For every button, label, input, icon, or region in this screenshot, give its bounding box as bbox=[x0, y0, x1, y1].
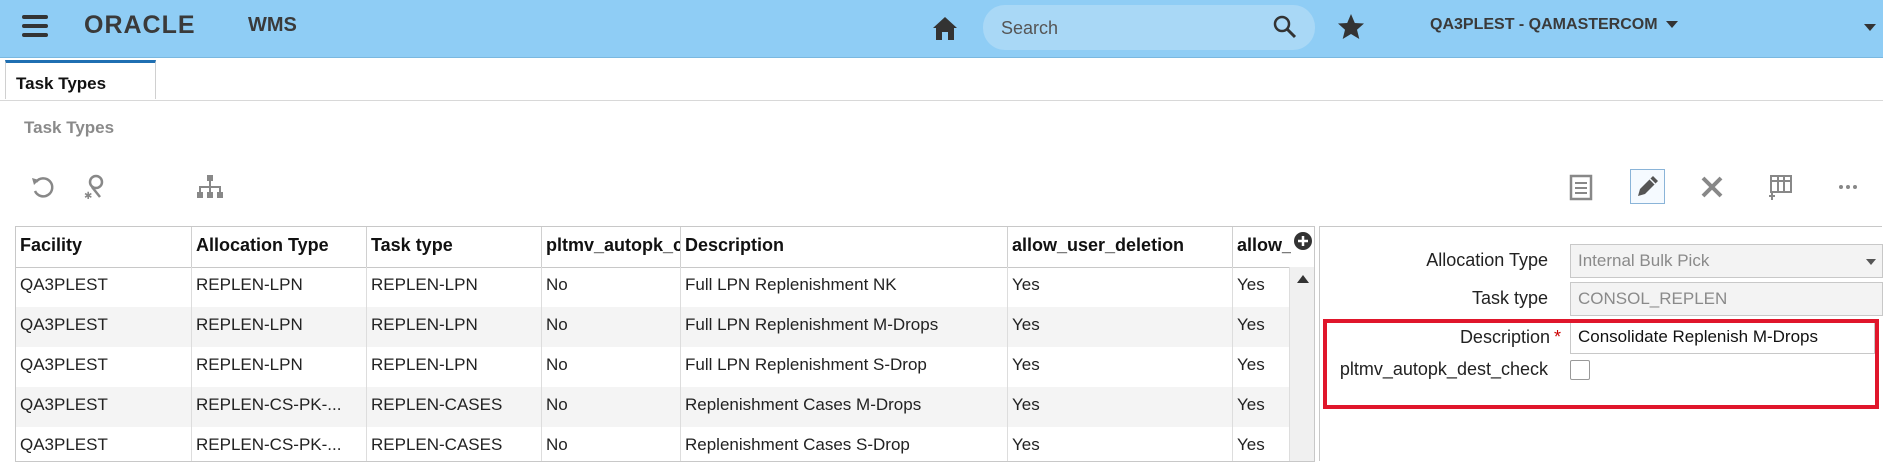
delete-icon[interactable] bbox=[1697, 172, 1727, 202]
cell-facility: QA3PLEST bbox=[16, 427, 192, 461]
task-type-value: CONSOL_REPLEN bbox=[1578, 289, 1728, 308]
cell-task-type: REPLEN-LPN bbox=[367, 347, 542, 387]
cell-allow-user-deletion: Yes bbox=[1008, 347, 1233, 387]
app-name: WMS bbox=[248, 14, 297, 36]
cell-task-type: REPLEN-CASES bbox=[367, 387, 542, 427]
description-input[interactable]: Consolidate Replenish M-Drops bbox=[1570, 320, 1875, 354]
cell-task-type: REPLEN-LPN bbox=[367, 267, 542, 307]
vertical-scrollbar[interactable] bbox=[1289, 267, 1314, 461]
add-column-plus-icon[interactable] bbox=[1293, 231, 1313, 251]
cell-task-type: REPLEN-CASES bbox=[367, 427, 542, 461]
cell-facility: QA3PLEST bbox=[16, 267, 192, 307]
task-type-field: CONSOL_REPLEN bbox=[1570, 282, 1883, 316]
cell-description: Full LPN Replenishment NK bbox=[681, 267, 1008, 307]
top-navigation-bar: ORACLE WMS QA3PLEST - QAMASTERCOM bbox=[0, 0, 1883, 58]
svg-text:✱: ✱ bbox=[84, 191, 92, 202]
cell-allow: Yes bbox=[1237, 395, 1265, 414]
page-title: Task Types bbox=[24, 118, 115, 137]
table-row[interactable]: QA3PLEST REPLEN-LPN REPLEN-LPN No Full L… bbox=[16, 267, 1289, 307]
description-label-wrap: Description * bbox=[1380, 327, 1561, 348]
cell-description: Replenishment Cases S-Drop bbox=[681, 427, 1008, 461]
column-header-allocation-type[interactable]: Allocation Type bbox=[192, 227, 367, 267]
cell-allocation-type: REPLEN-CS-PK-... bbox=[192, 427, 367, 461]
edit-button[interactable] bbox=[1630, 169, 1665, 204]
table-row[interactable]: QA3PLEST REPLEN-CS-PK-... REPLEN-CASES N… bbox=[16, 427, 1289, 461]
allocation-type-label: Allocation Type bbox=[1426, 250, 1548, 270]
grid-settings-icon[interactable] bbox=[1765, 172, 1795, 202]
search-input[interactable] bbox=[999, 14, 1263, 42]
cell-facility: QA3PLEST bbox=[16, 307, 192, 347]
required-marker: * bbox=[1553, 327, 1561, 347]
cell-facility: QA3PLEST bbox=[16, 387, 192, 427]
cell-description: Replenishment Cases M-Drops bbox=[681, 387, 1008, 427]
dest-check-checkbox[interactable] bbox=[1570, 360, 1590, 380]
task-types-grid: Facility Allocation Type Task type pltmv… bbox=[15, 226, 1315, 462]
search-filter-icon[interactable]: ✱ bbox=[80, 172, 110, 202]
facility-company-label: QA3PLEST - QAMASTERCOM bbox=[1430, 16, 1658, 33]
cell-pltmv-autopk: No bbox=[542, 387, 681, 427]
cell-allow: Yes bbox=[1237, 275, 1265, 294]
facility-company-selector[interactable]: QA3PLEST - QAMASTERCOM bbox=[1430, 16, 1678, 34]
cell-facility: QA3PLEST bbox=[16, 347, 192, 387]
column-header-task-type[interactable]: Task type bbox=[367, 227, 542, 267]
column-header-pltmv-autopk[interactable]: pltmv_autopk_c bbox=[542, 227, 681, 267]
cell-allow: Yes bbox=[1237, 435, 1265, 454]
table-row[interactable]: QA3PLEST REPLEN-CS-PK-... REPLEN-CASES N… bbox=[16, 387, 1289, 427]
home-icon[interactable] bbox=[930, 13, 960, 43]
allocation-type-value: Internal Bulk Pick bbox=[1578, 251, 1710, 270]
tab-bar: Task Types bbox=[0, 58, 1883, 101]
chevron-down-icon bbox=[1665, 21, 1678, 29]
description-label: Description bbox=[1459, 327, 1550, 347]
edit-pencil-icon bbox=[1638, 176, 1658, 196]
cell-pltmv-autopk: No bbox=[542, 307, 681, 347]
cell-pltmv-autopk: No bbox=[542, 347, 681, 387]
cell-allow-user-deletion: Yes bbox=[1008, 387, 1233, 427]
task-type-label: Task type bbox=[1471, 288, 1548, 308]
cell-allow: Yes bbox=[1237, 315, 1265, 334]
description-value: Consolidate Replenish M-Drops bbox=[1578, 327, 1819, 346]
oracle-logo: ORACLE bbox=[84, 11, 196, 39]
cell-allocation-type: REPLEN-CS-PK-... bbox=[192, 387, 367, 427]
cell-allocation-type: REPLEN-LPN bbox=[192, 347, 367, 387]
cell-description: Full LPN Replenishment M-Drops bbox=[681, 307, 1008, 347]
dest-check-label: pltmv_autopk_dest_check bbox=[1339, 359, 1548, 379]
user-menu-chevron-down-icon[interactable] bbox=[1864, 24, 1876, 31]
cell-allocation-type: REPLEN-LPN bbox=[192, 267, 367, 307]
search-icon[interactable] bbox=[1273, 15, 1297, 39]
column-header-description[interactable]: Description bbox=[681, 227, 1008, 267]
search-box bbox=[983, 5, 1315, 50]
hamburger-menu-icon[interactable] bbox=[22, 15, 48, 37]
cell-description: Full LPN Replenishment S-Drop bbox=[681, 347, 1008, 387]
favorites-star-icon[interactable] bbox=[1336, 12, 1366, 42]
column-header-allow-user-deletion[interactable]: allow_user_deletion bbox=[1008, 227, 1233, 267]
grid-header-row: Facility Allocation Type Task type pltmv… bbox=[16, 227, 1314, 268]
cell-allow-user-deletion: Yes bbox=[1008, 267, 1233, 307]
column-header-facility[interactable]: Facility bbox=[16, 227, 192, 267]
table-row[interactable]: QA3PLEST REPLEN-LPN REPLEN-LPN No Full L… bbox=[16, 307, 1289, 347]
cell-allow-user-deletion: Yes bbox=[1008, 427, 1233, 461]
allocation-type-select[interactable]: Internal Bulk Pick bbox=[1570, 244, 1883, 278]
hierarchy-icon[interactable] bbox=[195, 172, 225, 202]
more-options-icon[interactable] bbox=[1833, 172, 1863, 202]
table-row[interactable]: QA3PLEST REPLEN-LPN REPLEN-LPN No Full L… bbox=[16, 347, 1289, 387]
scroll-up-arrow-icon[interactable] bbox=[1297, 275, 1309, 283]
tab-task-types[interactable]: Task Types bbox=[5, 60, 156, 99]
cell-allocation-type: REPLEN-LPN bbox=[192, 307, 367, 347]
cell-task-type: REPLEN-LPN bbox=[367, 307, 542, 347]
refresh-icon[interactable] bbox=[28, 172, 58, 202]
details-icon[interactable] bbox=[1566, 172, 1596, 202]
column-header-allow-truncated[interactable]: allow_ bbox=[1233, 227, 1291, 267]
cell-pltmv-autopk: No bbox=[542, 267, 681, 307]
chevron-down-icon bbox=[1866, 259, 1876, 265]
cell-pltmv-autopk: No bbox=[542, 427, 681, 461]
cell-allow-user-deletion: Yes bbox=[1008, 307, 1233, 347]
cell-allow: Yes bbox=[1237, 355, 1265, 374]
